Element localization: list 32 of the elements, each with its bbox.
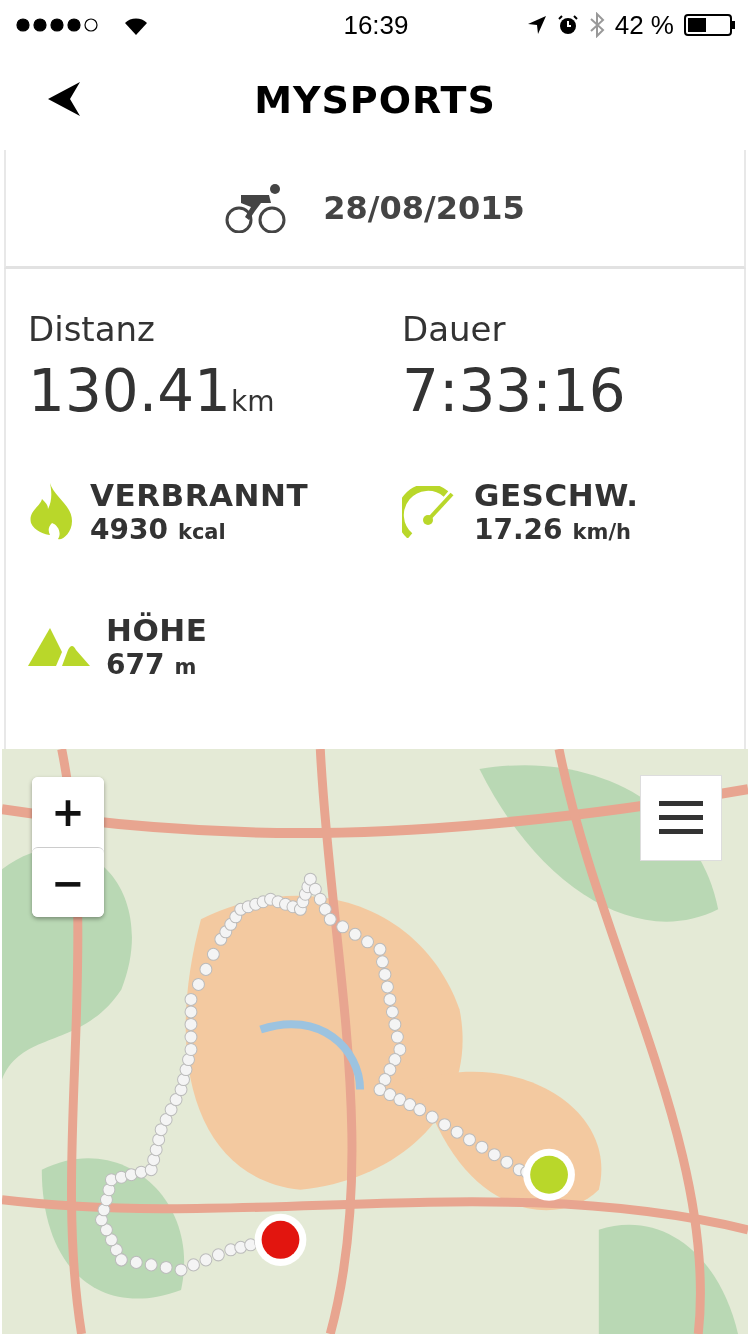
stat-value: 130.41 (28, 357, 231, 425)
back-arrow-icon (48, 82, 80, 116)
stat-unit: kcal (177, 520, 226, 544)
battery-icon (684, 14, 736, 36)
location-arrow-icon (526, 15, 547, 35)
alarm-clock-icon (556, 14, 579, 36)
stat-label: Distanz (28, 309, 156, 349)
zoom-out-button[interactable]: − (32, 847, 104, 917)
flame-icon (28, 482, 74, 541)
bluetooth-icon (588, 12, 605, 38)
stat-value: 7:33:16 (402, 357, 626, 425)
page-title: MYSPORTS (254, 78, 496, 122)
status-time: 16:39 (343, 9, 409, 41)
back-button[interactable] (48, 82, 80, 116)
stat-label: HÖHE (106, 612, 208, 648)
signal-icon (16, 18, 100, 32)
menu-icon (659, 800, 703, 836)
stat-label: VERBRANNT (90, 477, 309, 513)
zoom-in-button[interactable]: + (32, 777, 104, 847)
stat-label: GESCHW. (474, 477, 639, 513)
stat-label: Dauer (402, 309, 507, 349)
stat-unit: km/h (572, 520, 632, 544)
stat-value: 677 (106, 648, 165, 681)
battery-percent: 42 % (614, 9, 674, 41)
stat-value: 17.26 (474, 513, 563, 546)
mountain-icon (28, 627, 90, 666)
activity-date: 28/08/2015 (323, 189, 525, 227)
stat-value: 4930 (90, 513, 168, 546)
stat-unit: km (230, 385, 275, 418)
cyclist-icon (225, 183, 288, 233)
stat-unit: m (174, 655, 197, 679)
map-menu-button[interactable] (640, 775, 722, 861)
